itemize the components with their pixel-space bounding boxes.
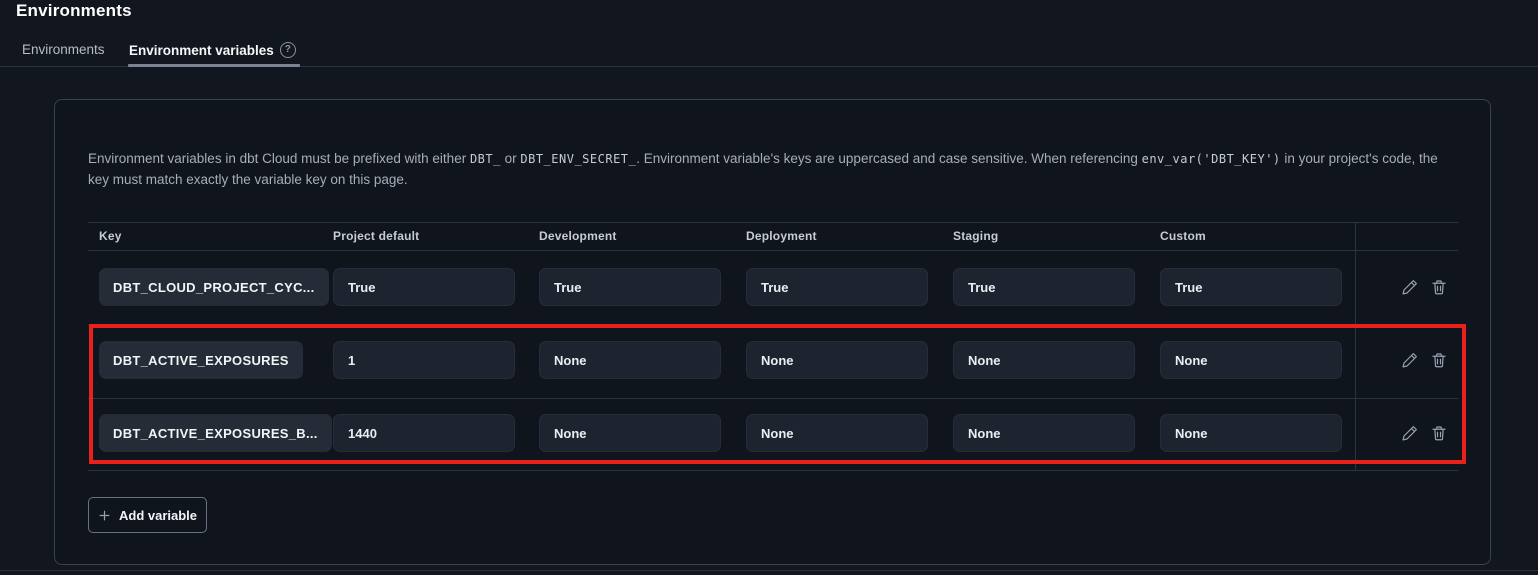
help-icon[interactable]: ? [280,42,296,58]
actions-column-divider [1355,222,1356,470]
column-header-key: Key [99,229,122,243]
trash-icon [1430,351,1448,369]
variable-value-development[interactable]: None [539,414,721,452]
trash-icon [1430,424,1448,442]
delete-variable-button[interactable] [1430,351,1448,369]
variable-key: DBT_ACTIVE_EXPOSURES_B... [99,414,332,452]
tab-environments[interactable]: Environments [22,42,105,57]
variable-value-project-default[interactable]: 1 [333,341,515,379]
table-top-border [88,222,1458,223]
tab-environments-label: Environments [22,42,105,57]
variable-value-custom[interactable]: None [1160,414,1342,452]
variable-value-deployment[interactable]: None [746,341,928,379]
delete-variable-button[interactable] [1430,278,1448,296]
add-variable-button[interactable]: Add variable [88,497,207,533]
page-title: Environments [16,1,132,21]
variable-value-staging[interactable]: None [953,414,1135,452]
row-divider [88,325,1458,326]
description-text: Environment variables in dbt Cloud must … [88,149,1452,190]
variable-key: DBT_CLOUD_PROJECT_CYC... [99,268,329,306]
variable-value-development[interactable]: True [539,268,721,306]
column-header-staging: Staging [953,229,998,243]
variable-value-deployment[interactable]: True [746,268,928,306]
pencil-icon [1401,278,1419,296]
variable-key: DBT_ACTIVE_EXPOSURES [99,341,303,379]
tab-environment-variables-label: Environment variables [129,43,274,58]
variable-value-custom[interactable]: None [1160,341,1342,379]
variable-value-deployment[interactable]: None [746,414,928,452]
column-header-project-default: Project default [333,229,419,243]
description-part: . Environment variable's keys are upperc… [636,151,1141,166]
edit-variable-button[interactable] [1401,351,1419,369]
variable-value-development[interactable]: None [539,341,721,379]
delete-variable-button[interactable] [1430,424,1448,442]
pencil-icon [1401,424,1419,442]
variable-value-project-default[interactable]: True [333,268,515,306]
plus-icon [98,509,111,522]
edit-variable-button[interactable] [1401,424,1419,442]
column-header-custom: Custom [1160,229,1206,243]
code-env-var: env_var('DBT_KEY') [1142,152,1281,166]
variable-value-staging[interactable]: None [953,341,1135,379]
trash-icon [1430,278,1448,296]
row-divider [88,398,1458,399]
edit-variable-button[interactable] [1401,278,1419,296]
code-dbt-prefix: DBT_ [470,152,501,166]
column-header-deployment: Deployment [746,229,817,243]
tab-environment-variables[interactable]: Environment variables ? [129,42,296,58]
column-header-development: Development [539,229,617,243]
code-dbt-env-secret-prefix: DBT_ENV_SECRET_ [520,152,636,166]
page-bottom-divider [0,570,1538,571]
active-tab-underline [128,64,300,67]
description-part: Environment variables in dbt Cloud must … [88,151,470,166]
table-bottom-border [88,470,1458,471]
variable-value-staging[interactable]: True [953,268,1135,306]
pencil-icon [1401,351,1419,369]
add-variable-label: Add variable [119,508,197,523]
table-header-border [88,250,1458,251]
variable-value-custom[interactable]: True [1160,268,1342,306]
variable-value-project-default[interactable]: 1440 [333,414,515,452]
description-part: or [501,151,521,166]
